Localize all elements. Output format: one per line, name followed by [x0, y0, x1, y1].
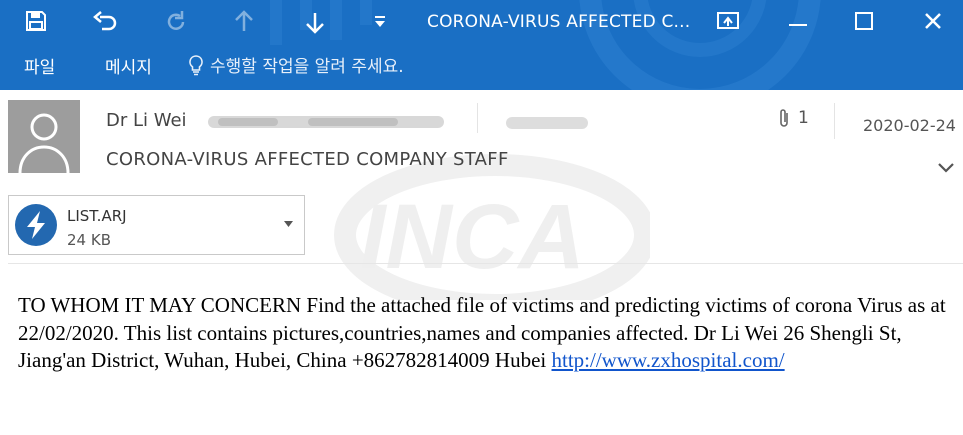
- lightbulb-icon: [189, 54, 203, 75]
- watermark-text: INCA: [360, 186, 585, 288]
- save-icon[interactable]: [24, 9, 50, 35]
- window-title: CORONA-VIRUS AFFECTED C...: [427, 12, 691, 32]
- attachment-count: 1: [798, 108, 809, 128]
- message-body: TO WHOM IT MAY CONCERN Find the attached…: [18, 292, 948, 375]
- message-date: 2020-02-24: [863, 116, 956, 135]
- close-icon[interactable]: [916, 8, 950, 36]
- blurred-recipient: [506, 117, 588, 129]
- chevron-down-icon[interactable]: [936, 160, 956, 176]
- tell-me-label: 수행할 작업을 알려 주세요.: [210, 57, 404, 77]
- dropdown-arrow-icon[interactable]: [284, 221, 293, 227]
- attachment-size: 24 KB: [67, 231, 111, 249]
- tab-file[interactable]: 파일: [24, 53, 55, 78]
- attachment-name: LIST.ARJ: [67, 207, 127, 225]
- blurred-sender-email: [208, 116, 444, 128]
- tab-message[interactable]: 메시지: [105, 53, 152, 78]
- inca-watermark: INCA: [334, 154, 650, 300]
- redo-icon[interactable]: [163, 9, 189, 35]
- up-arrow-icon[interactable]: [232, 9, 258, 35]
- maximize-icon[interactable]: [847, 8, 881, 36]
- down-arrow-icon[interactable]: [303, 9, 329, 35]
- tell-me-search[interactable]: 수행할 작업을 알려 주세요.: [188, 52, 404, 77]
- header-separator: [834, 103, 835, 139]
- customize-icon[interactable]: [373, 9, 399, 35]
- header-separator: [477, 103, 478, 133]
- body-link[interactable]: http://www.zxhospital.com/: [552, 348, 785, 372]
- attachment-indicator[interactable]: 1: [778, 107, 809, 129]
- body-text: TO WHOM IT MAY CONCERN Find the attached…: [18, 293, 946, 372]
- sender-avatar: [8, 100, 80, 173]
- attachment-card[interactable]: LIST.ARJ 24 KB: [8, 195, 305, 255]
- restore-icon[interactable]: [711, 8, 745, 36]
- undo-icon[interactable]: [92, 9, 118, 35]
- minimize-icon[interactable]: [781, 8, 815, 36]
- header-divider: [8, 263, 963, 264]
- paperclip-icon: [780, 109, 788, 127]
- archive-file-icon: [15, 204, 57, 246]
- title-bar: CORONA-VIRUS AFFECTED C... 파일 메시지 수행할 작업…: [0, 0, 963, 90]
- message-subject: CORONA-VIRUS AFFECTED COMPANY STAFF: [106, 149, 509, 170]
- sender-name[interactable]: Dr Li Wei: [106, 110, 187, 131]
